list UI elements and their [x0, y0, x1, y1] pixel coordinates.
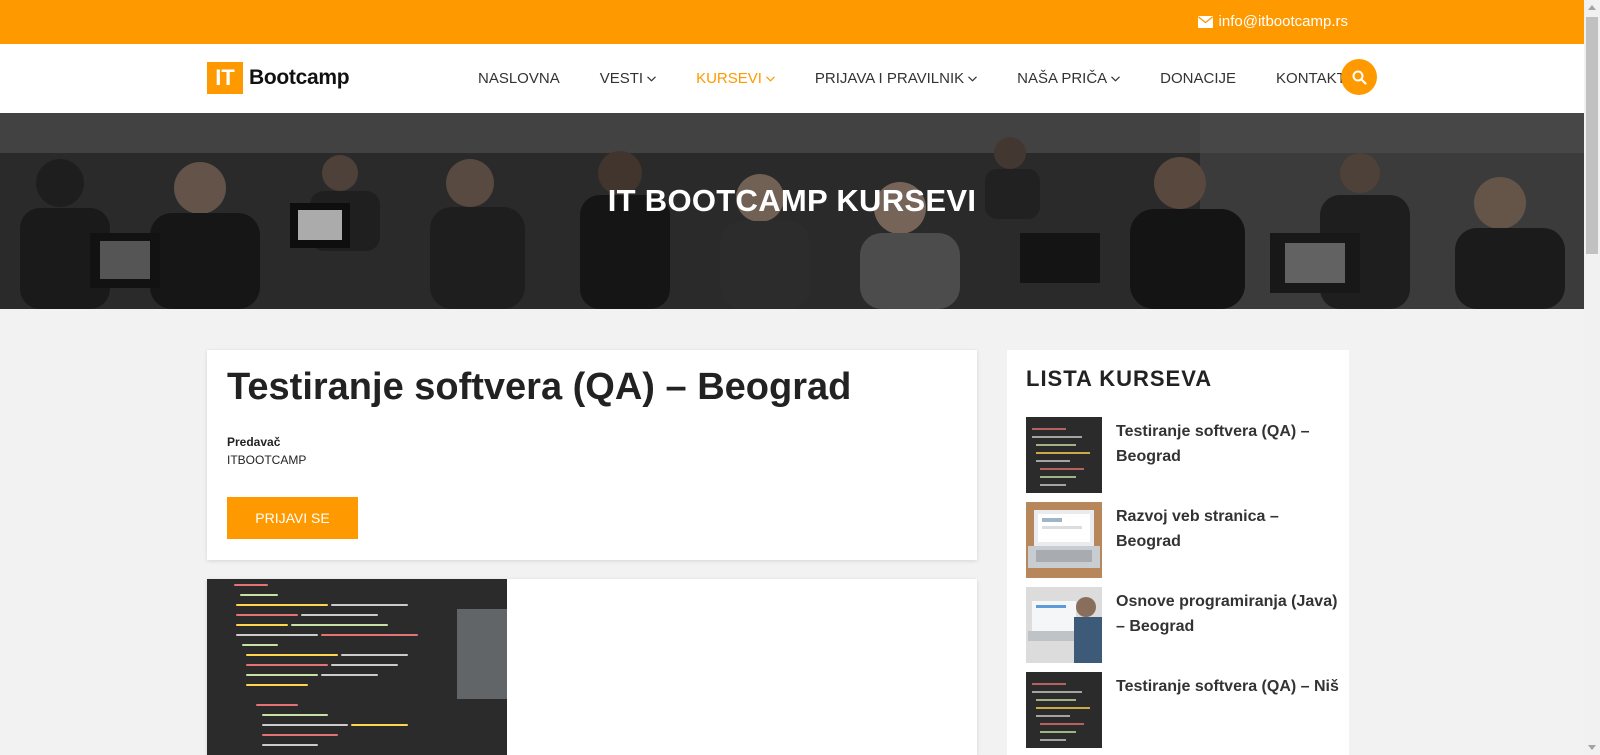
sidebar-course-item[interactable]: Testiranje softvera (QA) – Niš: [1026, 672, 1339, 748]
nav-item-label: KURSEVI: [696, 70, 762, 87]
nav-item-label: PRIJAVA I PRAVILNIK: [814, 70, 965, 87]
envelope-icon: [1197, 15, 1213, 28]
code-screenshot-image: [207, 579, 507, 755]
sidebar-course-title[interactable]: Osnove programiranja (Java) – Beograd: [1116, 589, 1346, 639]
top-bar: info@itbootcamp.rs: [0, 0, 1584, 44]
nav-item-label: KONTAKT: [1276, 70, 1346, 87]
sidebar-course-item[interactable]: Osnove programiranja (Java) – Beograd: [1026, 587, 1337, 663]
instructor-label: Predavač: [227, 435, 281, 449]
chevron-down-icon: [1111, 75, 1121, 82]
nav-item-label: NAŠA PRIČA: [1017, 70, 1108, 87]
nav-item-prijava[interactable]: PRIJAVA I PRAVILNIK: [814, 70, 978, 87]
chevron-down-icon: [968, 75, 978, 82]
sidebar-title: LISTA KURSEVA: [1026, 366, 1213, 391]
logo-wordmark: Bootcamp: [249, 66, 350, 89]
nav-item-kontakt[interactable]: KONTAKT: [1276, 70, 1346, 87]
course-title: Testiranje softvera (QA) – Beograd: [227, 366, 852, 408]
nav-item-vesti[interactable]: VESTI: [600, 70, 656, 87]
scrollbar-thumb[interactable]: [1586, 17, 1598, 254]
page-title: IT BOOTCAMP KURSEVI: [607, 183, 977, 218]
scroll-down-arrow-icon[interactable]: [1588, 745, 1596, 750]
course-list-sidebar: LISTA KURSEVA Testiranje softvera (QA) –…: [1007, 350, 1349, 755]
nav-item-naslovna[interactable]: NASLOVNA: [478, 70, 560, 87]
nav-item-label: NASLOVNA: [478, 70, 560, 87]
chevron-down-icon: [647, 75, 656, 82]
search-icon: [1352, 70, 1367, 85]
page-scrollbar[interactable]: [1584, 0, 1600, 755]
chevron-down-icon: [765, 75, 775, 82]
sidebar-course-item[interactable]: Razvoj veb stranica – Beograd: [1026, 502, 1336, 578]
nav-item-label: VESTI: [599, 70, 644, 87]
instructor-name: ITBOOTCAMP: [227, 453, 307, 467]
nav-item-label: DONACIJE: [1160, 70, 1237, 87]
nav-item-donacije[interactable]: DONACIJE: [1160, 70, 1236, 87]
sidebar-course-title[interactable]: Testiranje softvera (QA) – Niš: [1116, 674, 1346, 699]
course-card: Testiranje softvera (QA) – Beograd Preda…: [207, 350, 977, 560]
email-link[interactable]: info@itbootcamp.rs: [1197, 13, 1348, 30]
course-thumbnail[interactable]: [1026, 502, 1102, 578]
nav-item-kursevi[interactable]: KURSEVI: [696, 70, 775, 87]
email-text: info@itbootcamp.rs: [1218, 13, 1348, 30]
course-thumbnail[interactable]: [1026, 672, 1102, 748]
logo-mark: IT: [207, 62, 243, 94]
course-thumbnail[interactable]: [1026, 587, 1102, 663]
scroll-up-arrow-icon[interactable]: [1588, 5, 1596, 10]
search-button[interactable]: [1341, 59, 1377, 95]
apply-button[interactable]: PRIJAVI SE: [227, 497, 358, 539]
main-navbar: IT Bootcamp NASLOVNA VESTI KURSEVI PRIJA…: [0, 44, 1584, 113]
main-nav: NASLOVNA VESTI KURSEVI PRIJAVA I PRAVILN…: [478, 44, 1386, 113]
nav-item-nasa-prica[interactable]: NAŠA PRIČA: [1017, 70, 1121, 87]
sidebar-course-title[interactable]: Testiranje softvera (QA) – Beograd: [1116, 419, 1346, 469]
course-thumbnail[interactable]: [1026, 417, 1102, 493]
sidebar-course-item[interactable]: Testiranje softvera (QA) – Beograd: [1026, 417, 1336, 493]
site-logo[interactable]: IT Bootcamp: [207, 62, 350, 94]
course-media-card: [207, 579, 977, 755]
hero-banner: IT BOOTCAMP KURSEVI: [0, 113, 1584, 309]
sidebar-course-title[interactable]: Razvoj veb stranica – Beograd: [1116, 504, 1346, 554]
